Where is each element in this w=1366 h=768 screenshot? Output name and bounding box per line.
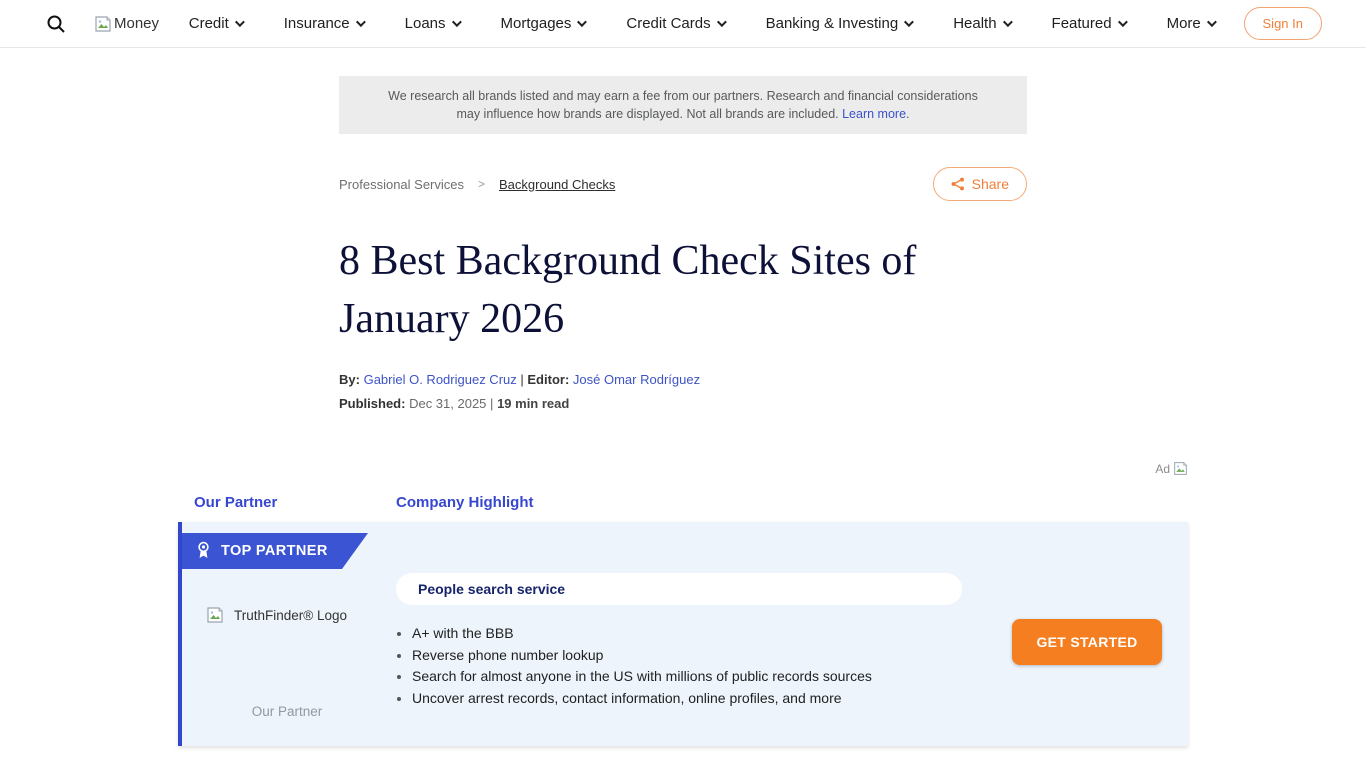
byline-divider: | <box>520 372 523 387</box>
nav-label: Mortgages <box>501 15 572 32</box>
main-nav: Credit Insurance Loans Mortgages Credit … <box>159 15 1243 32</box>
share-icon <box>951 177 965 191</box>
chevron-down-icon <box>904 17 914 27</box>
breadcrumb-professional-services[interactable]: Professional Services <box>339 177 464 192</box>
article-column: We research all brands listed and may ea… <box>339 76 1027 411</box>
nav-item-more[interactable]: More <box>1167 15 1214 32</box>
nav-label: Health <box>953 15 996 32</box>
nav-item-loans[interactable]: Loans <box>405 15 459 32</box>
bullet-text: Search for almost anyone in the US with … <box>412 668 872 684</box>
bullet-text: Uncover arrest records, contact informat… <box>412 690 842 706</box>
top-partner-label: TOP PARTNER <box>221 543 328 559</box>
chevron-down-icon <box>1118 17 1128 27</box>
nav-label: Insurance <box>284 15 350 32</box>
column-header-company-highlight: Company Highlight <box>396 494 534 511</box>
top-navigation-bar: Money Credit Insurance Loans Mortgages C… <box>0 0 1366 48</box>
read-time: 19 min read <box>497 396 569 411</box>
by-label: By: <box>339 372 360 387</box>
page-title: 8 Best Background Check Sites of January… <box>339 232 1027 348</box>
highlight-bullet-list: A+ with the BBB Reverse phone number loo… <box>412 623 1012 709</box>
nav-item-health[interactable]: Health <box>953 15 1009 32</box>
partner-table-header: Our Partner Company Highlight <box>178 482 1188 522</box>
ribbon-award-icon <box>196 541 211 561</box>
breadcrumb-background-checks[interactable]: Background Checks <box>499 177 615 192</box>
list-item: Search for almost anyone in the US with … <box>412 666 1012 688</box>
editor-label: Editor: <box>527 372 569 387</box>
money-logo[interactable]: Money <box>94 15 159 33</box>
chevron-down-icon <box>577 17 587 27</box>
partner-table-column: Ad Our Partner Company Highlight TOP PAR… <box>178 461 1188 746</box>
list-item: Reverse phone number lookup <box>412 645 1012 667</box>
search-icon[interactable] <box>44 12 68 36</box>
disclosure-period: . <box>906 107 909 121</box>
company-highlight-pill: People search service <box>396 573 962 605</box>
chevron-down-icon <box>356 17 366 27</box>
list-item: A+ with the BBB <box>412 623 1012 645</box>
partner-table: Our Partner Company Highlight TOP PARTNE… <box>178 482 1188 746</box>
breadcrumb-row: Professional Services > Background Check… <box>339 166 1027 202</box>
chevron-down-icon <box>1207 17 1217 27</box>
published-label: Published: <box>339 396 405 411</box>
breadcrumb: Professional Services > Background Check… <box>339 177 615 192</box>
get-started-button[interactable]: GET STARTED <box>1012 619 1162 665</box>
broken-image-icon <box>94 15 112 33</box>
chevron-down-icon <box>717 17 727 27</box>
logo-alt-text: Money <box>114 15 159 32</box>
advertiser-disclosure: We research all brands listed and may ea… <box>339 76 1027 134</box>
byline: By: Gabriel O. Rodriguez Cruz | Editor: … <box>339 372 1027 387</box>
sign-in-button[interactable]: Sign In <box>1244 7 1322 40</box>
bullet-text: A+ with the BBB <box>412 625 514 641</box>
nav-label: Credit Cards <box>626 15 710 32</box>
learn-more-link[interactable]: Learn more <box>842 107 906 121</box>
bullet-text: Reverse phone number lookup <box>412 647 603 663</box>
chevron-down-icon <box>235 17 245 27</box>
ad-label: Ad <box>1155 462 1170 476</box>
pub-divider: | <box>490 396 493 411</box>
chevron-down-icon <box>1003 17 1013 27</box>
editor-link[interactable]: José Omar Rodríguez <box>573 372 700 387</box>
published-date: Dec 31, 2025 <box>409 396 486 411</box>
nav-label: Featured <box>1052 15 1112 32</box>
chevron-down-icon <box>451 17 461 27</box>
partner-row-truthfinder: TOP PARTNER TruthFinder® Logo Our Partne… <box>178 522 1188 746</box>
nav-item-credit[interactable]: Credit <box>189 15 242 32</box>
broken-image-icon <box>206 606 224 624</box>
list-item: Uncover arrest records, contact informat… <box>412 688 1012 710</box>
nav-label: Banking & Investing <box>766 15 899 32</box>
truthfinder-logo[interactable]: TruthFinder® Logo <box>206 606 347 624</box>
nav-item-mortgages[interactable]: Mortgages <box>501 15 585 32</box>
share-button[interactable]: Share <box>933 167 1027 201</box>
broken-image-icon <box>1173 461 1188 476</box>
nav-item-featured[interactable]: Featured <box>1052 15 1125 32</box>
nav-item-banking-investing[interactable]: Banking & Investing <box>766 15 912 32</box>
published-line: Published: Dec 31, 2025 | 19 min read <box>339 396 1027 411</box>
nav-label: More <box>1167 15 1201 32</box>
column-header-our-partner: Our Partner <box>194 494 396 511</box>
nav-label: Credit <box>189 15 229 32</box>
ad-label-row: Ad <box>178 461 1188 476</box>
breadcrumb-separator: > <box>478 177 485 191</box>
nav-label: Loans <box>405 15 446 32</box>
top-partner-badge: TOP PARTNER <box>182 533 368 569</box>
logo-alt-text: TruthFinder® Logo <box>234 608 347 623</box>
nav-item-credit-cards[interactable]: Credit Cards <box>626 15 723 32</box>
author-link[interactable]: Gabriel O. Rodriguez Cruz <box>364 372 517 387</box>
nav-item-insurance[interactable]: Insurance <box>284 15 363 32</box>
share-label: Share <box>972 176 1009 192</box>
our-partner-caption: Our Partner <box>182 704 392 719</box>
